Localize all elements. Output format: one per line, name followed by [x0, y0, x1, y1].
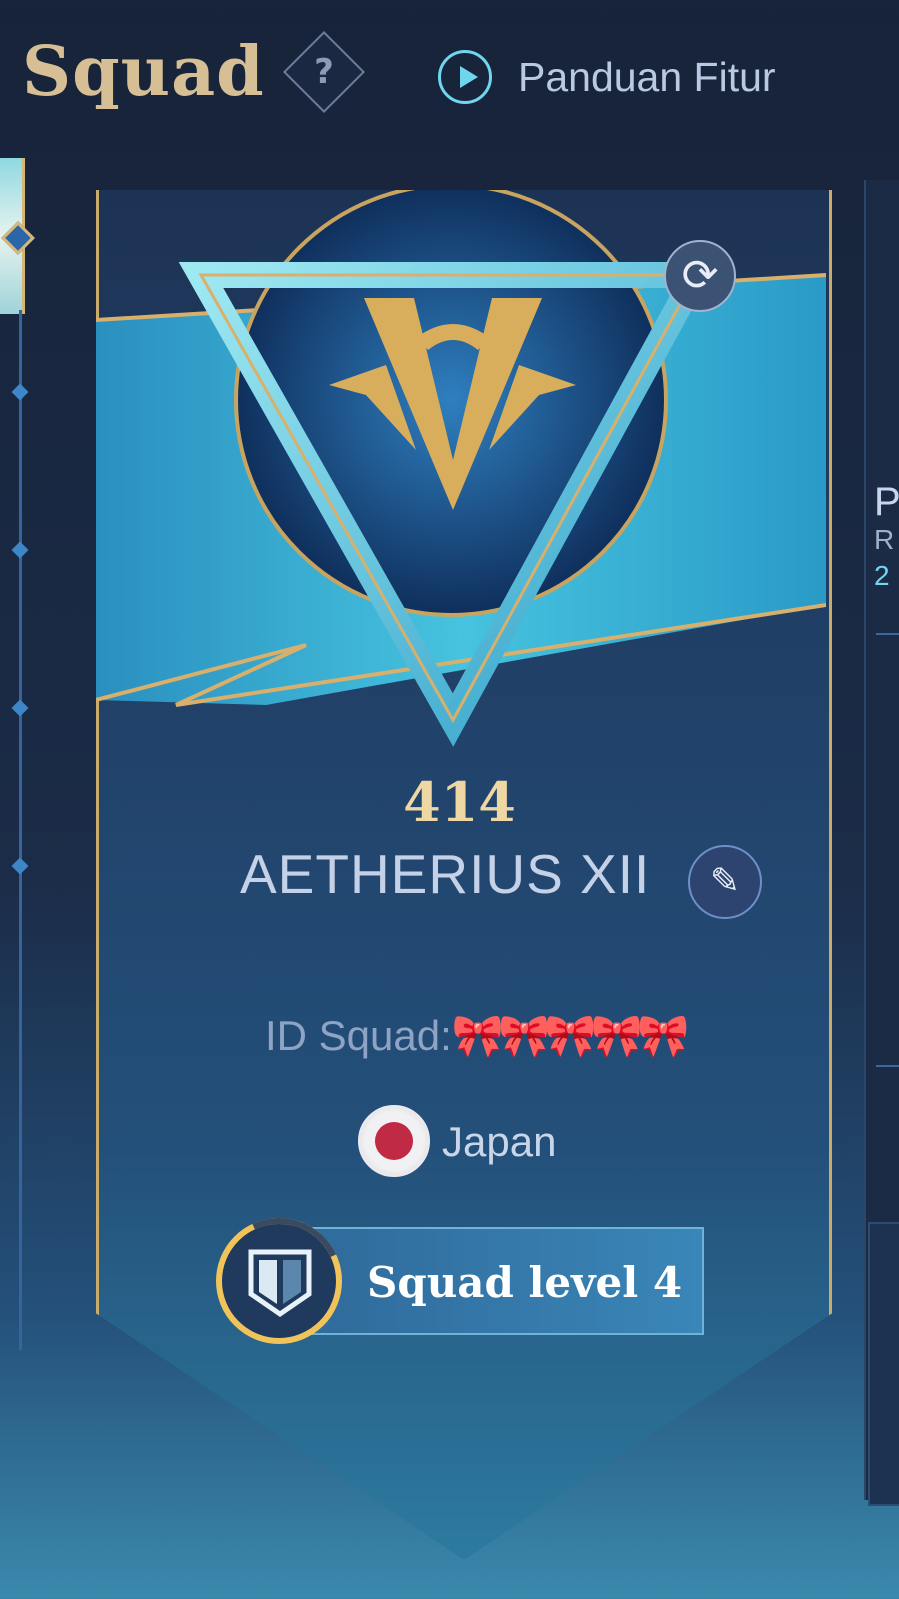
- page-title: Squad: [22, 32, 265, 112]
- edit-name-button[interactable]: ✎: [688, 845, 762, 919]
- timeline-dot: [11, 857, 29, 875]
- next-card-panel: [868, 1222, 899, 1506]
- japan-flag-dot: [375, 1122, 413, 1160]
- refresh-button[interactable]: ⟳: [664, 240, 736, 312]
- next-card-subtitle: R: [874, 524, 895, 555]
- squad-id-value: 🎀🎀🎀🎀🎀: [451, 1012, 689, 1059]
- squad-level-label: Squad level 4: [367, 1258, 683, 1307]
- shield-icon: [248, 1249, 312, 1318]
- feature-guide-button[interactable]: Panduan Fitur: [438, 46, 776, 108]
- divider: [876, 1065, 899, 1067]
- squad-score: 414: [403, 770, 516, 834]
- question-icon: ?: [314, 52, 334, 92]
- timeline-dot: [11, 383, 29, 401]
- help-button[interactable]: ?: [282, 30, 366, 114]
- next-card-value: 2: [874, 560, 890, 591]
- divider: [876, 633, 899, 635]
- emblem-disc: [234, 190, 668, 617]
- squad-id: ID Squad:🎀🎀🎀🎀🎀: [265, 1012, 689, 1061]
- squad-name: AETHERIUS XII: [240, 843, 651, 905]
- country-label: Japan: [442, 1118, 557, 1165]
- squad-id-label: ID Squad:: [265, 1012, 452, 1059]
- feature-guide-label: Panduan Fitur: [518, 53, 776, 100]
- timeline-dot: [11, 541, 29, 559]
- pencil-icon: ✎: [709, 861, 741, 902]
- refresh-icon: ⟳: [681, 250, 719, 301]
- play-icon: [438, 50, 492, 104]
- timeline-dot: [11, 699, 29, 717]
- next-card-title: P: [874, 480, 899, 524]
